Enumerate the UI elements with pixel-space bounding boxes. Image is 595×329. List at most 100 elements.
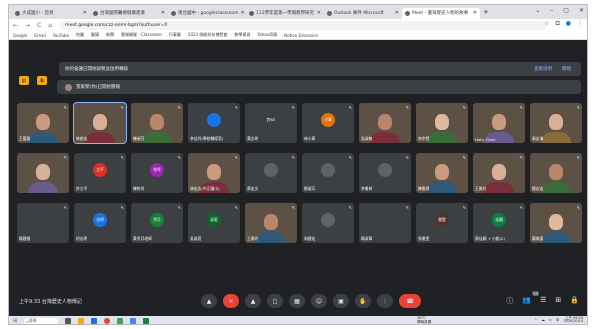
activities-icon[interactable]: ⊞ <box>555 296 561 306</box>
side-button-1[interactable]: 鋼 <box>19 76 29 85</box>
close-tab-icon[interactable]: ✕ <box>241 10 245 16</box>
close-window-button[interactable]: ✕ <box>579 7 584 14</box>
participant-tile[interactable]: ✎ <box>17 153 69 193</box>
edge-icon[interactable] <box>91 318 98 324</box>
camera-button[interactable]: ◻ <box>267 294 283 308</box>
taskbar-search[interactable]: ⌕ 搜尋 <box>24 317 59 324</box>
participant-tile[interactable]: ✎ 王富國 <box>17 103 69 143</box>
participant-tile[interactable]: ✎ 吳淑敏 <box>359 103 411 143</box>
forward-icon[interactable]: → <box>25 22 30 29</box>
extensions-icon[interactable]: ⧉ <box>555 20 559 28</box>
banner-close-button[interactable]: 關閉 <box>562 66 571 72</box>
tray-expand-icon[interactable]: ^ <box>534 318 537 322</box>
participant-tile[interactable]: ✎ 李宗賢 <box>416 103 468 143</box>
chat-icon[interactable]: ☰ <box>540 296 546 306</box>
captions-button[interactable]: ▦ <box>289 294 305 308</box>
participant-tile[interactable]: ✎ 張志偉 <box>530 103 582 143</box>
participant-tile[interactable]: ✎ 簡志宏 <box>530 153 582 193</box>
participant-tile[interactable]: 許83 ✎ 黃志明 <box>245 103 297 143</box>
chrome-icon[interactable] <box>104 318 111 324</box>
bookmark-item[interactable]: 行事曆 <box>169 32 181 38</box>
bookmark-item[interactable]: 2023 綠能科技博覽會 <box>188 32 227 38</box>
tab-search-icon[interactable]: ⌄ <box>535 7 540 14</box>
close-tab-icon[interactable]: ✕ <box>161 10 165 16</box>
url-input[interactable]: meet.google.com/czz-onmr-bgm?authuser=0 <box>59 20 547 30</box>
onedrive-icon[interactable]: ☁ <box>541 318 545 322</box>
maximize-button[interactable]: ▢ <box>563 7 569 14</box>
close-tab-icon[interactable]: ✕ <box>317 10 321 16</box>
participant-tile[interactable]: ✎ Holly Chen <box>473 103 525 143</box>
participant-tile[interactable]: 怡秀 ✎ 陳怡秀 <box>131 153 183 193</box>
participant-tile[interactable]: 立平 ✎ 許立平 <box>74 153 126 193</box>
host-controls-icon[interactable]: 🔒 <box>570 296 579 306</box>
close-tab-icon[interactable]: ✕ <box>83 10 87 16</box>
hand-button[interactable]: ✋ <box>355 294 371 308</box>
participant-tile[interactable]: 淑君 ✎ 吳淑君 <box>188 203 240 243</box>
bookmark-item[interactable]: YouTube <box>53 33 69 38</box>
participant-tile[interactable]: ✎ 鄭美惠 <box>530 203 582 243</box>
participant-tile[interactable]: ✎ 周建宏 <box>302 203 354 243</box>
people-icon[interactable]: 👥 <box>522 296 531 306</box>
star-icon[interactable]: ☆ <box>544 20 549 28</box>
task-view-icon[interactable] <box>65 318 72 324</box>
browser-tab[interactable]: 南台國中 - googleclassroom ✕ <box>168 8 246 19</box>
reload-icon[interactable]: C <box>37 22 41 29</box>
participant-tile[interactable]: 志明 ✎ 柯志明 <box>74 203 126 243</box>
more-options-button[interactable]: ⋮ <box>377 294 393 308</box>
participant-tile[interactable]: ✎ 李雅婷 <box>359 153 411 193</box>
participant-tile[interactable]: ✎ 陳淑芬 <box>131 103 183 143</box>
bookmark-item[interactable]: Google <box>13 33 27 38</box>
mic-off-button[interactable]: ✕ <box>223 294 239 308</box>
participant-tile[interactable]: ✎ 林俊宏 <box>73 102 127 144</box>
participant-tile[interactable]: ✎ 楊淑華 <box>359 203 411 243</box>
line-icon[interactable] <box>117 318 124 324</box>
browser-tab[interactable]: 台灣國際醫療健康產業 ✕ <box>90 8 168 19</box>
explorer-icon[interactable] <box>78 318 85 324</box>
menu-icon[interactable]: ⋮ <box>577 20 583 28</box>
close-tab-icon[interactable]: ✕ <box>395 10 399 16</box>
side-button-2[interactable]: 筆 <box>37 76 47 85</box>
minimize-button[interactable]: – <box>550 7 553 14</box>
profile-icon[interactable]: ● <box>566 20 571 28</box>
home-icon[interactable]: ⌂ <box>48 22 52 29</box>
new-tab-button[interactable]: + <box>483 8 489 16</box>
participant-tile[interactable]: ✎ 王雅玲 <box>245 203 297 243</box>
browser-tab[interactable]: Meet - 臺灣歷史人物的故事 ✕ <box>402 7 480 19</box>
presentation-bar[interactable]: 張家榮(你)已開始簡報 <box>57 80 581 94</box>
info-icon[interactable]: ⓘ <box>506 296 513 306</box>
bookmark-item[interactable]: 新聞 <box>106 32 114 38</box>
bookmark-item[interactable]: 雲端硬碟 - Classroom <box>121 32 162 38</box>
participant-tile[interactable]: ✎ 楊建國 <box>17 203 69 243</box>
participant-tile[interactable]: ✎ 王美玲 <box>473 153 525 193</box>
banner-help-link[interactable]: 查看說明 <box>534 66 552 72</box>
participant-tile[interactable]: 小華 ✎ 林小華 <box>302 103 354 143</box>
leave-button[interactable]: ☎ <box>399 294 421 308</box>
mail-icon[interactable] <box>130 318 137 324</box>
browser-tab[interactable]: 大成國小 - 首頁 ✕ <box>12 8 90 19</box>
clock[interactable]: 上午 09:33 2024/10/14 <box>563 316 583 324</box>
bookmark-item[interactable]: Notion Extension <box>284 33 318 38</box>
more2-button[interactable]: ▲ <box>245 294 261 308</box>
close-tab-icon[interactable]: ✕ <box>473 10 477 16</box>
bookmark-item[interactable]: 地圖 <box>76 32 84 38</box>
back-icon[interactable]: ← <box>13 22 18 29</box>
bookmark-item[interactable]: 教學資源 <box>234 32 250 38</box>
browser-tab[interactable]: Outlook 郵件 Microsoft ✕ <box>324 8 402 19</box>
participant-tile[interactable]: ✎ 劉淑芳 <box>302 153 354 193</box>
participant-tile[interactable]: ✎ 林宏志(中正國小) <box>188 153 240 193</box>
windows-icon[interactable]: ⊞ <box>13 318 17 324</box>
weather[interactable]: 28°C 晴時多雲 <box>417 316 431 324</box>
participant-tile[interactable]: ✎ 陳雅琪 <box>416 153 468 193</box>
emoji-button[interactable]: ☺ <box>311 294 327 308</box>
bookmark-item[interactable]: 翻譯 <box>91 32 99 38</box>
participant-tile[interactable]: 雅雯 ✎ 張雅雯 <box>416 203 468 243</box>
ime-icon[interactable]: 中 <box>556 318 560 323</box>
network-icon[interactable]: ⊏ <box>549 318 552 322</box>
participant-tile[interactable]: ✎ 李佳玲(學校輔導室) <box>188 103 240 143</box>
participant-tile[interactable]: 秀月 ✎ 黃秀月老師 <box>131 203 183 243</box>
present-button[interactable]: ▣ <box>333 294 349 308</box>
more-button[interactable]: ▲ <box>201 294 217 308</box>
participant-tile[interactable]: ✎ 蔡宏文 <box>245 153 297 193</box>
participant-tile[interactable]: 佳穎 ✎ 蔡佳穎 + 小組(2) <box>473 203 525 243</box>
bookmark-item[interactable]: Gmail <box>34 33 46 38</box>
